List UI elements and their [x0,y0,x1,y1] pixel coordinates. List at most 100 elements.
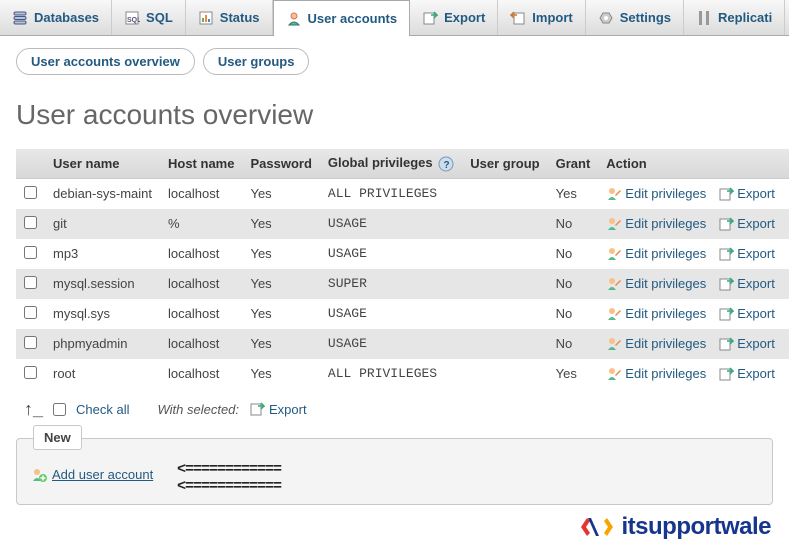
edit-privileges-link[interactable]: Edit privileges [606,306,706,322]
row-export-link[interactable]: Export [718,246,775,262]
user-accounts-icon [286,11,302,27]
th-hostname[interactable]: Host name [160,149,242,178]
cell-username: mysql.session [45,269,160,299]
edit-privileges-link[interactable]: Edit privileges [606,246,706,262]
cell-user-group [462,209,547,239]
export-icon [718,336,734,352]
cell-user-group [462,299,547,329]
cell-user-group [462,269,547,299]
row-export-link[interactable]: Export [718,276,775,292]
th-username[interactable]: User name [45,149,160,178]
replication-icon [696,10,712,26]
tab-replication[interactable]: Replicati [684,0,785,35]
edit-privileges-link[interactable]: Edit privileges [606,366,706,382]
edit-privileges-icon [606,246,622,262]
watermark-text: itsupportwale [621,513,771,541]
table-footer: ↑_ Check all With selected: Export [0,389,789,420]
tab-databases[interactable]: Databases [0,0,112,35]
table-row: mysql.session localhost Yes SUPER No Edi… [16,269,789,299]
cell-hostname: localhost [160,178,242,209]
th-grant[interactable]: Grant [548,149,599,178]
cell-user-group [462,178,547,209]
cell-username: phpmyadmin [45,329,160,359]
cell-global-privileges: SUPER [320,269,462,299]
tab-label: Export [444,10,485,25]
row-checkbox[interactable] [24,366,37,379]
cell-grant: Yes [548,178,599,209]
export-icon [718,186,734,202]
tab-status[interactable]: Status [186,0,273,35]
row-checkbox[interactable] [24,246,37,259]
row-export-link[interactable]: Export [718,186,775,202]
tab-label: Status [220,10,260,25]
th-password[interactable]: Password [242,149,319,178]
tab-import[interactable]: Import [498,0,585,35]
select-arrow-icon: ↑_ [24,399,43,420]
row-export-link[interactable]: Export [718,216,775,232]
cell-global-privileges: USAGE [320,209,462,239]
row-export-link[interactable]: Export [718,336,775,352]
footer-export-link[interactable]: Export [249,401,307,417]
row-checkbox[interactable] [24,276,37,289]
edit-privileges-icon [606,306,622,322]
edit-privileges-link[interactable]: Edit privileges [606,186,706,202]
row-checkbox[interactable] [24,306,37,319]
status-icon [198,10,214,26]
row-checkbox[interactable] [24,216,37,229]
check-all-link[interactable]: Check all [76,402,129,417]
new-legend: New [33,425,82,450]
tab-export[interactable]: Export [410,0,498,35]
watermark-logo-icon [579,512,615,542]
tab-sql[interactable]: SQL [112,0,186,35]
cell-password: Yes [242,239,319,269]
export-icon [718,306,734,322]
subtab-groups[interactable]: User groups [203,48,310,75]
row-export-link[interactable]: Export [718,306,775,322]
cell-grant: No [548,209,599,239]
edit-privileges-icon [606,276,622,292]
tab-label: SQL [146,10,173,25]
cell-hostname: localhost [160,239,242,269]
cell-username: git [45,209,160,239]
tab-user-accounts[interactable]: User accounts [273,0,411,36]
cell-username: mysql.sys [45,299,160,329]
cell-hostname: localhost [160,269,242,299]
cell-grant: No [548,239,599,269]
edit-privileges-link[interactable]: Edit privileges [606,336,706,352]
row-export-link[interactable]: Export [718,366,775,382]
edit-privileges-link[interactable]: Edit privileges [606,276,706,292]
th-action: Action [598,149,789,178]
cell-hostname: % [160,209,242,239]
check-all-checkbox[interactable] [53,403,66,416]
help-icon[interactable] [438,156,454,172]
page-title: User accounts overview [0,79,789,149]
cell-global-privileges: ALL PRIVILEGES [320,359,462,389]
new-account-panel: New <============<============ Add user … [16,438,773,505]
cell-user-group [462,329,547,359]
import-icon [510,10,526,26]
row-checkbox[interactable] [24,336,37,349]
edit-privileges-link[interactable]: Edit privileges [606,216,706,232]
table-row: root localhost Yes ALL PRIVILEGES Yes Ed… [16,359,789,389]
cell-password: Yes [242,178,319,209]
row-checkbox[interactable] [24,186,37,199]
edit-privileges-icon [606,366,622,382]
tab-label: Databases [34,10,99,25]
top-tabs: Databases SQL Status User accounts Export Imp… [0,0,789,36]
cell-hostname: localhost [160,359,242,389]
th-user-group[interactable]: User group [462,149,547,178]
export-icon [718,366,734,382]
cell-user-group [462,359,547,389]
subtab-overview[interactable]: User accounts overview [16,48,195,75]
cell-grant: No [548,269,599,299]
add-user-account-link[interactable]: Add user account [31,467,153,483]
cell-hostname: localhost [160,329,242,359]
cell-grant: No [548,299,599,329]
cell-password: Yes [242,299,319,329]
cell-username: debian-sys-maint [45,178,160,209]
tab-label: User accounts [308,11,398,26]
cell-global-privileges: USAGE [320,239,462,269]
tab-settings[interactable]: Settings [586,0,684,35]
table-row: debian-sys-maint localhost Yes ALL PRIVI… [16,178,789,209]
th-global-privileges[interactable]: Global privileges [320,149,462,178]
